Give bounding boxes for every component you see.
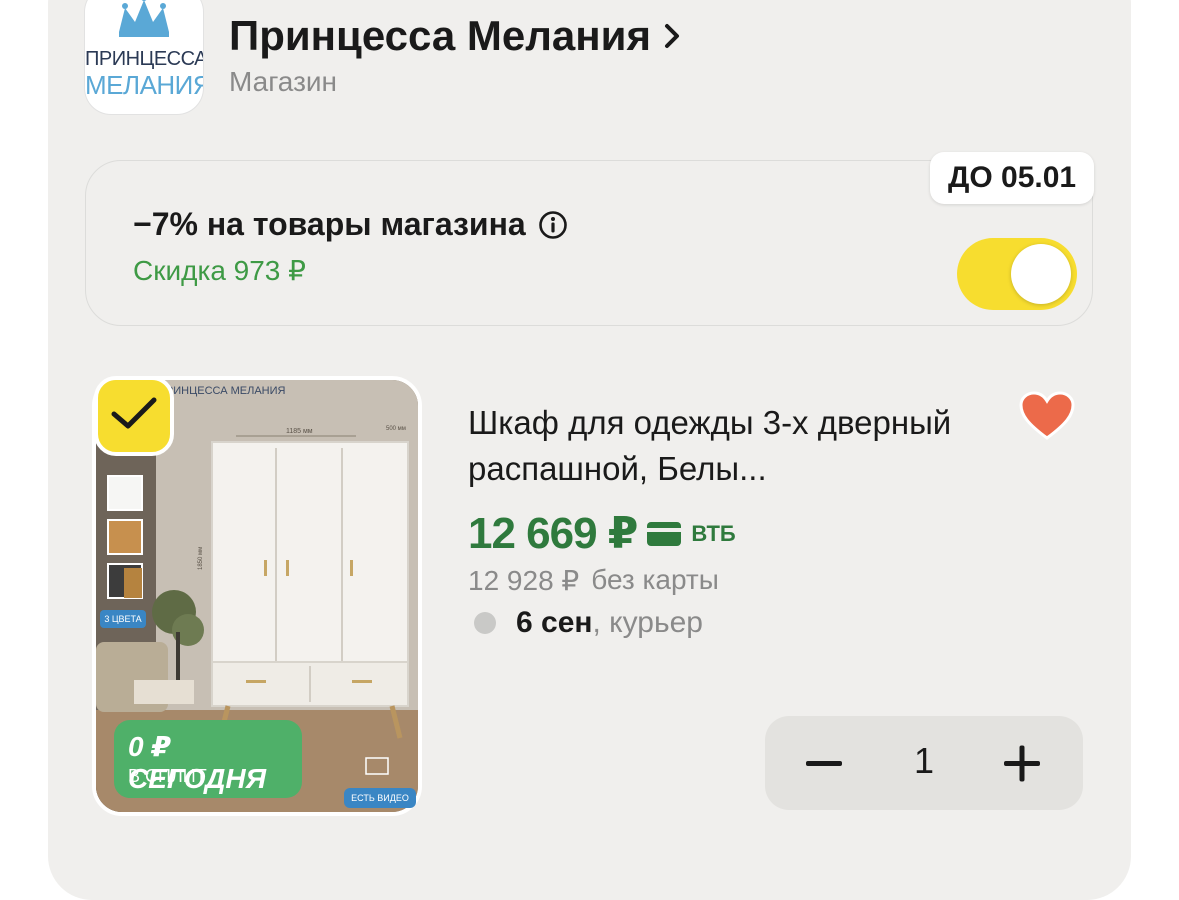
colors-count-tag: 3 ЦВЕТА [100, 610, 146, 628]
chevron-right-icon [665, 24, 679, 48]
quantity-stepper: 1 [765, 716, 1083, 810]
old-price-note: без карты [591, 564, 719, 595]
promo-title: −7% на товары магазина [133, 206, 568, 243]
promo-deadline-badge: ДО 05.01 [930, 152, 1095, 204]
delivery-status-dot [474, 612, 496, 634]
info-icon[interactable] [538, 210, 568, 240]
old-price: 12 928 ₽ [468, 565, 580, 596]
promo-title-text: −7% на товары магазина [133, 206, 526, 242]
image-brand-text: ПРИНЦЕССА МЕЛАНИЯ [158, 385, 286, 397]
dimension-depth-label: 500 мм [386, 426, 406, 432]
increase-quantity-button[interactable] [975, 716, 1069, 810]
split-subtitle: В СПЛИТ [128, 766, 207, 786]
dimension-width-label: 1185 мм [286, 428, 313, 435]
heart-icon[interactable] [1018, 390, 1076, 442]
has-video-tag: ЕСТЬ ВИДЕО [344, 788, 416, 808]
select-item-checkbox[interactable] [94, 376, 174, 456]
plus-icon [1004, 745, 1040, 782]
promo-toggle[interactable] [957, 238, 1077, 310]
card-price: 12 669 ₽ [468, 509, 638, 558]
toggle-knob [1011, 244, 1071, 304]
price-without-card: 12 928 ₽ без карты [468, 564, 719, 597]
bank-card-icon [647, 521, 682, 546]
delivery-method: , курьер [592, 606, 703, 639]
store-type: Магазин [229, 66, 338, 97]
bank-label: ВТБ [691, 520, 736, 546]
dimension-height-label: 1850 мм [198, 547, 204, 570]
crown-icon [119, 0, 169, 37]
delivery-date: 6 сен [516, 606, 593, 639]
store-name-link[interactable]: Принцесса Мелания [229, 12, 681, 60]
checkmark-icon [111, 397, 157, 429]
price-row: 12 669 ₽ ВТБ [468, 508, 736, 559]
store-logo[interactable]: ПРИНЦЕССА МЕЛАНИЯ [85, 0, 203, 114]
promo-discount-amount: Скидка 973 ₽ [133, 255, 306, 286]
logo-text-bottom: МЕЛАНИЯ [85, 70, 203, 100]
split-payment-badge[interactable]: 0 ₽ СЕГОДНЯ В СПЛИТ [114, 720, 302, 798]
logo-text-top: ПРИНЦЕССА [85, 48, 203, 70]
product-title[interactable]: Шкаф для одежды 3-х дверный распашной, Б… [468, 400, 1008, 492]
store-name: Принцесса Мелания [229, 12, 651, 59]
delivery-info: 6 сен , курьер [474, 606, 703, 640]
